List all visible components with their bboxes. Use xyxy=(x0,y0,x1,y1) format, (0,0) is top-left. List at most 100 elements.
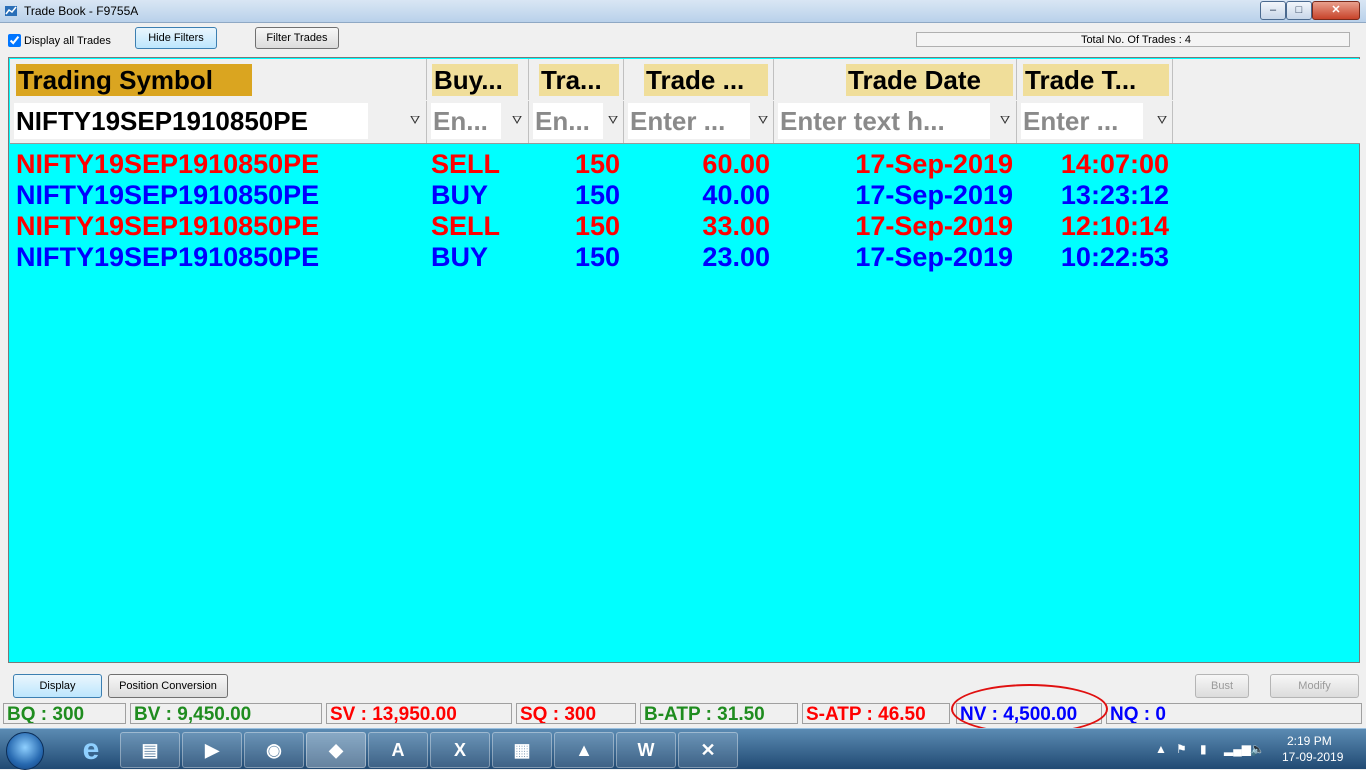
filter-trade-qty: En... ⛛ xyxy=(529,101,624,143)
show-hidden-icons-icon[interactable]: ▲ xyxy=(1155,729,1167,769)
filter-buy-sell: En... ⛛ xyxy=(427,101,529,143)
cell-time: 12:10:14 xyxy=(1060,211,1169,241)
cell-date: 17-Sep-2019 xyxy=(855,180,1013,210)
cell-symbol: NIFTY19SEP1910850PE xyxy=(16,180,320,210)
funnel-icon[interactable]: ⛛ xyxy=(512,113,526,129)
hide-filters-button[interactable]: Hide Filters xyxy=(135,27,217,49)
header-label: Trade Date xyxy=(846,64,1013,96)
cell-symbol: NIFTY19SEP1910850PE xyxy=(16,149,320,179)
table-row[interactable]: NIFTY19SEP1910850PE BUY 150 23.00 17-Sep… xyxy=(10,242,1190,273)
cell-price: 40.00 xyxy=(702,180,770,210)
header-trade-qty[interactable]: Tra... xyxy=(529,59,624,100)
filter-trade-price: Enter ... ⛛ xyxy=(624,101,774,143)
filter-input[interactable]: Enter ... xyxy=(1021,103,1143,139)
filter-trades-button[interactable]: Filter Trades xyxy=(255,27,339,49)
header-label: Trade ... xyxy=(644,64,768,96)
cell-side: SELL xyxy=(431,149,501,179)
chrome-icon[interactable]: ◉ xyxy=(244,732,304,768)
display-button[interactable]: Display xyxy=(13,674,102,698)
cell-date: 17-Sep-2019 xyxy=(855,211,1013,241)
total-trades-status: Total No. Of Trades : 4 xyxy=(916,32,1350,47)
stat-sell-qty: SQ : 300 xyxy=(516,703,636,724)
taskbar: e ▤ ▶ ◉ ◆ A X ▦ ▲ W ✕ ▲ ⚑ ▮ ▂▄▆ 🔈 2:19 P… xyxy=(0,728,1366,770)
bust-button[interactable]: Bust xyxy=(1195,674,1249,698)
header-buy-sell[interactable]: Buy... xyxy=(427,59,529,100)
volume-icon[interactable]: 🔈 xyxy=(1250,729,1265,769)
filter-input[interactable]: Enter ... xyxy=(628,103,750,139)
table-row[interactable]: NIFTY19SEP1910850PE SELL 150 60.00 17-Se… xyxy=(10,149,1190,180)
header-trade-time[interactable]: Trade T... xyxy=(1017,59,1173,100)
stat-sell-atp: S-ATP : 46.50 xyxy=(802,703,950,724)
title-bar[interactable]: Trade Book - F9755A – □ ✕ xyxy=(0,0,1366,23)
funnel-icon[interactable]: ⛛ xyxy=(1157,113,1171,129)
cell-side: BUY xyxy=(431,180,489,210)
header-label: Tra... xyxy=(539,64,619,96)
cell-qty: 150 xyxy=(574,211,620,241)
cell-side: SELL xyxy=(431,211,501,241)
minimize-button[interactable]: – xyxy=(1260,1,1286,20)
window-title: Trade Book - F9755A xyxy=(24,4,139,18)
display-all-trades-label: Display all Trades xyxy=(24,35,111,47)
cell-qty: 150 xyxy=(574,242,620,272)
cell-price: 23.00 xyxy=(702,242,770,272)
start-button[interactable] xyxy=(6,732,44,770)
word-icon[interactable]: W xyxy=(616,732,676,768)
display-all-trades-checkbox[interactable] xyxy=(8,34,21,47)
funnel-icon[interactable]: ⛛ xyxy=(410,113,424,129)
filter-input[interactable]: En... xyxy=(431,103,501,139)
funnel-icon[interactable]: ⛛ xyxy=(608,113,622,129)
total-trades-text: Total No. Of Trades : 4 xyxy=(1080,34,1191,46)
annotation-circle xyxy=(951,684,1108,734)
header-trading-symbol[interactable]: Trading Symbol xyxy=(10,59,427,100)
excel-icon[interactable]: X xyxy=(430,732,490,768)
table-row[interactable]: NIFTY19SEP1910850PE SELL 150 33.00 17-Se… xyxy=(10,211,1190,242)
cell-side: BUY xyxy=(431,242,489,272)
trade-grid[interactable] xyxy=(8,57,1360,663)
clock-date[interactable]: 17-09-2019 xyxy=(1282,750,1343,764)
acrobat-icon[interactable]: A xyxy=(368,732,428,768)
cell-qty: 150 xyxy=(574,180,620,210)
table-row[interactable]: NIFTY19SEP1910850PE BUY 150 40.00 17-Sep… xyxy=(10,180,1190,211)
header-trade-date[interactable]: Trade Date xyxy=(774,59,1017,100)
grid-header-row: Trading Symbol Buy... Tra... Trade ... T… xyxy=(10,59,1360,101)
position-conversion-button[interactable]: Position Conversion xyxy=(108,674,228,698)
trading-app-icon[interactable]: ◆ xyxy=(306,732,366,768)
header-label: Buy... xyxy=(432,64,518,96)
close-button[interactable]: ✕ xyxy=(1312,1,1360,20)
header-trade-price[interactable]: Trade ... xyxy=(624,59,774,100)
grid-filter-row: NIFTY19SEP1910850PE ⛛ En... ⛛ En... ⛛ En… xyxy=(10,101,1360,144)
cell-time: 13:23:12 xyxy=(1060,180,1169,210)
stat-buy-qty: BQ : 300 xyxy=(3,703,126,724)
cell-symbol: NIFTY19SEP1910850PE xyxy=(16,242,320,272)
cell-price: 60.00 xyxy=(702,149,770,179)
filter-input[interactable]: En... xyxy=(533,103,603,139)
header-label: Trading Symbol xyxy=(16,64,252,96)
calculator-icon[interactable]: ▦ xyxy=(492,732,552,768)
stat-net-qty: NQ : 0 xyxy=(1106,703,1362,724)
cell-time: 14:07:00 xyxy=(1060,149,1169,179)
filter-input[interactable]: Enter text h... xyxy=(778,103,990,139)
filter-trade-time: Enter ... ⛛ xyxy=(1017,101,1173,143)
funnel-icon[interactable]: ⛛ xyxy=(1000,113,1014,129)
signal-icon[interactable]: ▂▄▆ xyxy=(1224,729,1251,769)
paint-app-icon[interactable]: ▲ xyxy=(554,732,614,768)
filter-input[interactable]: NIFTY19SEP1910850PE xyxy=(14,103,368,139)
cell-price: 33.00 xyxy=(702,211,770,241)
cell-date: 17-Sep-2019 xyxy=(855,242,1013,272)
maximize-button[interactable]: □ xyxy=(1286,1,1312,20)
network-alert-icon[interactable]: ⚑ xyxy=(1176,729,1187,769)
modify-button[interactable]: Modify xyxy=(1270,674,1359,698)
explorer-icon[interactable]: ▤ xyxy=(120,732,180,768)
media-player-icon[interactable]: ▶ xyxy=(182,732,242,768)
header-label: Trade T... xyxy=(1023,64,1169,96)
clock-time[interactable]: 2:19 PM xyxy=(1287,734,1332,748)
stat-buy-value: BV : 9,450.00 xyxy=(130,703,322,724)
cell-time: 10:22:53 xyxy=(1060,242,1169,272)
pdf-tool-icon[interactable]: ✕ xyxy=(678,732,738,768)
funnel-icon[interactable]: ⛛ xyxy=(758,113,772,129)
cell-symbol: NIFTY19SEP1910850PE xyxy=(16,211,320,241)
ie-icon[interactable]: e xyxy=(62,732,120,768)
app-icon xyxy=(5,6,17,16)
power-icon[interactable]: ▮ xyxy=(1200,729,1207,769)
stat-sell-value: SV : 13,950.00 xyxy=(326,703,512,724)
